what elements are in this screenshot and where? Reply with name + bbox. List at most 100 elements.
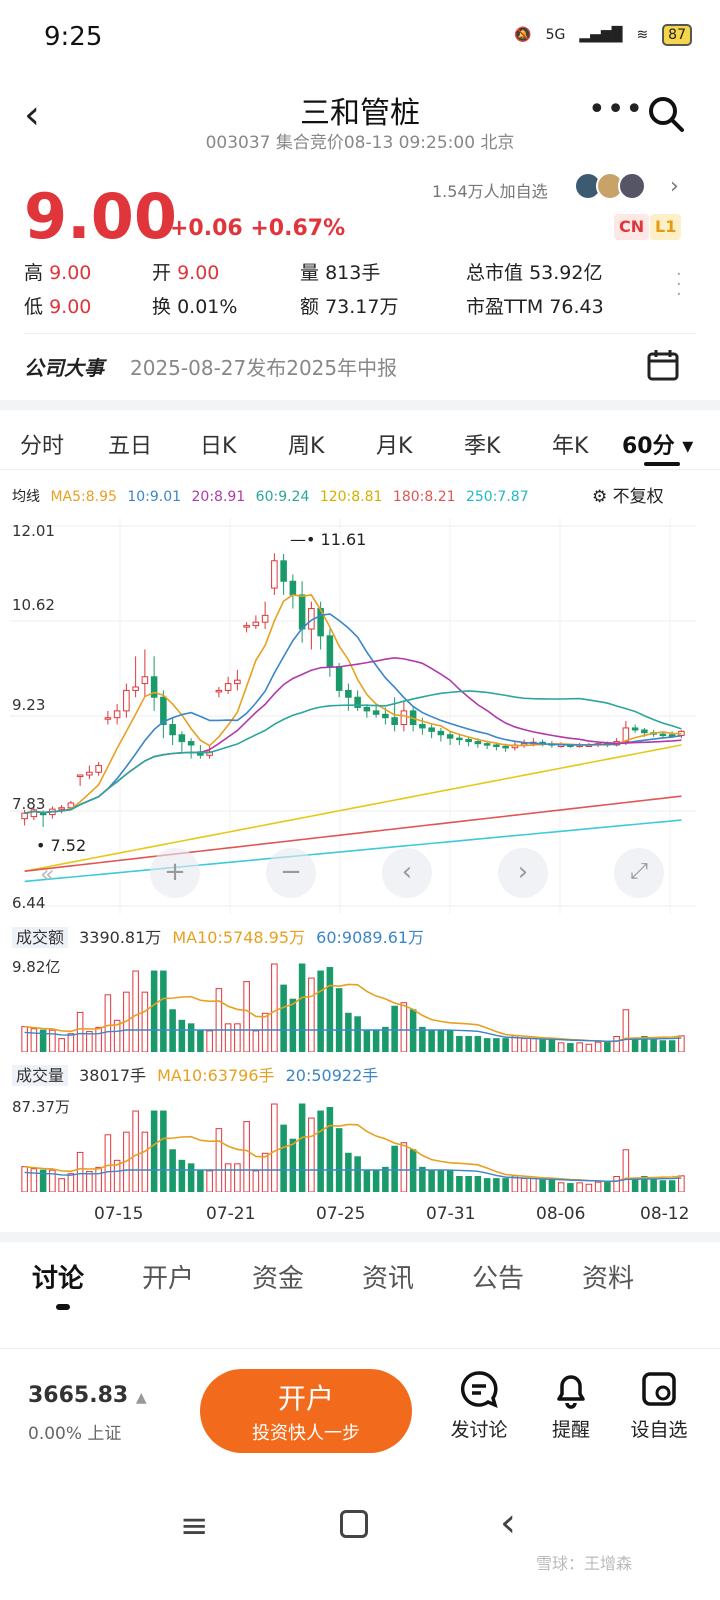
candle: [187, 741, 195, 746]
volume-bar: [557, 1182, 565, 1192]
more-icon[interactable]: •••: [588, 92, 644, 127]
candle: [437, 730, 445, 736]
volume-bar: [206, 1030, 213, 1052]
volume-bar: [58, 1038, 65, 1052]
candle: [243, 625, 250, 628]
kline-chart[interactable]: [10, 518, 696, 914]
volume-bar: [363, 1170, 371, 1192]
candle: [335, 666, 343, 691]
volume-bar: [76, 1011, 84, 1052]
index-value[interactable]: 3665.83 ▲: [28, 1383, 147, 1408]
volume-bar: [345, 1152, 352, 1192]
zoom-out-icon[interactable]: −: [266, 848, 316, 898]
scroll-left-icon[interactable]: ‹: [382, 848, 432, 898]
volume-bar: [613, 1036, 620, 1052]
fullscreen-icon[interactable]: ⤢: [614, 848, 664, 898]
watchlist-settings-icon: [642, 1372, 676, 1406]
follower-avatars[interactable]: [574, 172, 646, 200]
volume-bar: [243, 981, 250, 1052]
volume-bar: [345, 1012, 352, 1052]
volume-bar: [557, 1042, 565, 1052]
tab-quarterly[interactable]: 季K: [464, 428, 500, 460]
volume-bar: [446, 1030, 454, 1052]
index-change: 0.00% 上证: [28, 1424, 122, 1444]
tab-daily[interactable]: 日K: [200, 428, 236, 460]
adjust-option[interactable]: ⚙ 不复权: [592, 482, 664, 507]
y-tick: 7.83: [12, 795, 46, 813]
tab-discussion[interactable]: 讨论: [32, 1258, 84, 1295]
volume-bar: [483, 1178, 491, 1192]
y-tick: 10.62: [12, 596, 55, 614]
remind-button[interactable]: 提醒: [536, 1369, 606, 1442]
calendar-icon[interactable]: [646, 348, 680, 382]
bell-icon: [557, 1375, 585, 1409]
tab-weekly[interactable]: 周K: [288, 428, 324, 460]
candle: [95, 764, 102, 773]
tab-news[interactable]: 资讯: [362, 1258, 414, 1295]
tab-profile[interactable]: 资料: [582, 1258, 634, 1295]
tab-yearly[interactable]: 年K: [552, 428, 588, 460]
status-icons: 🔕 5G ▂▄▆█ ≋ 87: [514, 24, 692, 46]
volume-bar: [67, 1173, 75, 1192]
followers-count[interactable]: 1.54万人加自选: [432, 178, 548, 202]
home-icon[interactable]: [340, 1510, 368, 1538]
volume-bar: [197, 1170, 204, 1192]
candle: [252, 621, 260, 627]
volume-bar: [317, 970, 324, 1052]
chevron-right-icon[interactable]: ›: [670, 174, 679, 199]
network-label: 5G: [545, 27, 566, 43]
tab-intraday[interactable]: 分时: [20, 428, 64, 460]
stock-subtitle: 003037 集合竞价08-13 09:25:00 北京: [205, 133, 515, 153]
company-event[interactable]: 公司大事 2025-08-27发布2025年中报: [0, 340, 720, 400]
volume-bar: [548, 1039, 556, 1052]
x-tick: 08-12: [640, 1204, 690, 1224]
menu-icon[interactable]: ≡: [180, 1506, 209, 1546]
volume-bar: [576, 1182, 583, 1192]
stat-pe: 市盈TTM 76.43: [466, 296, 604, 318]
volume-bar: [631, 1177, 639, 1192]
volume-bar: [187, 1023, 195, 1052]
y-tick: 12.01: [12, 522, 55, 540]
tab-5day[interactable]: 五日: [108, 428, 152, 460]
rewind-icon[interactable]: «: [40, 860, 55, 888]
search-icon[interactable]: [646, 94, 686, 134]
volume-bar: [539, 1039, 546, 1052]
candle: [474, 741, 482, 745]
tab-monthly[interactable]: 月K: [376, 428, 412, 460]
more-vertical-icon[interactable]: · · ·: [676, 266, 682, 304]
volume-bar: [224, 1163, 232, 1192]
turnover-chart[interactable]: [10, 950, 696, 1052]
candle: [261, 614, 269, 623]
volume-bar: [141, 991, 149, 1052]
tab-60min[interactable]: 60分 ▾: [622, 428, 693, 460]
x-tick: 07-25: [316, 1204, 366, 1224]
volume-bar: [650, 1039, 657, 1052]
volume-bar: [668, 1040, 676, 1052]
volume-bar: [289, 1138, 297, 1192]
y-tick: 6.44: [12, 894, 46, 912]
scroll-right-icon[interactable]: ›: [498, 848, 548, 898]
volume-bar: [493, 1178, 500, 1192]
volume-bar: [585, 1183, 593, 1192]
stat-marketcap: 总市值 53.92亿: [466, 262, 603, 284]
volume-bar: [160, 1110, 167, 1192]
volume-bar: [335, 1128, 343, 1192]
volume-bar: [335, 988, 343, 1052]
volume-bar: [150, 970, 158, 1052]
candle: [169, 724, 176, 736]
volume-chart[interactable]: [10, 1090, 696, 1192]
discuss-button[interactable]: 发讨论: [444, 1369, 514, 1442]
candle: [483, 743, 491, 746]
open-account-button[interactable]: 开户 投资快人一步: [200, 1369, 412, 1453]
volume-bar: [622, 1009, 630, 1052]
candle: [382, 713, 389, 719]
back-nav-icon[interactable]: ‹: [500, 1500, 516, 1546]
zoom-in-icon[interactable]: +: [150, 848, 200, 898]
volume-bar: [160, 970, 167, 1052]
tab-announcements[interactable]: 公告: [472, 1258, 524, 1295]
watchlist-button[interactable]: 设自选: [624, 1369, 694, 1442]
tab-account[interactable]: 开户: [142, 1258, 194, 1295]
volume-bar: [289, 998, 297, 1052]
candle: [298, 594, 306, 630]
tab-funds[interactable]: 资金: [252, 1258, 304, 1295]
